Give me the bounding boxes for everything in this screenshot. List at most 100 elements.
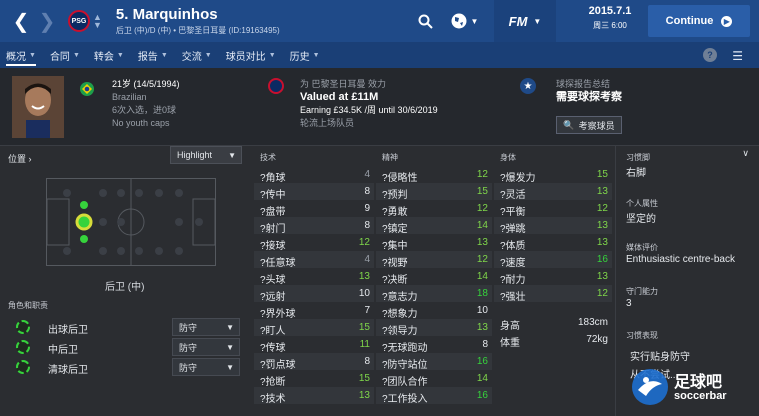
tab-transfer[interactable]: 转会 ▼ — [94, 42, 124, 68]
attribute-row[interactable]: ?侵略性 12 — [376, 166, 492, 184]
attribute-row[interactable]: ?想象力 10 — [376, 302, 492, 320]
duty-dropdown[interactable]: 防守 ▼ — [172, 318, 240, 336]
tab-reports[interactable]: 报告 ▼ — [138, 42, 168, 68]
attribute-value: 13 — [596, 237, 608, 248]
attribute-row[interactable]: ?决断 14 — [376, 268, 492, 286]
back-arrow-icon[interactable]: ❮ — [8, 0, 34, 42]
soccerbar-watermark: 足球吧 soccerbar — [628, 362, 756, 412]
attribute-row[interactable]: ?盘带 9 — [254, 200, 374, 218]
attribute-row[interactable]: ?技术 13 — [254, 387, 374, 405]
date-display[interactable]: 2015.7.1 周三 6:00 — [575, 5, 645, 37]
position-marker — [80, 201, 88, 209]
personality-value: 坚定的 — [626, 214, 656, 225]
attribute-name: ?强壮 — [500, 292, 526, 303]
role-row[interactable]: 出球后卫 防守 ▼ — [12, 318, 244, 336]
attribute-row[interactable]: ?工作投入 16 — [376, 387, 492, 405]
position-panel: 位置 › Highlight ▼ 后卫 (中) 角色和职责 出球后卫 防守 ▼ — [0, 146, 252, 416]
tab-history[interactable]: 历史 ▼ — [290, 42, 320, 68]
attribute-row[interactable]: ?远射 10 — [254, 285, 374, 303]
attribute-value: 12 — [476, 203, 488, 214]
attribute-row[interactable]: ?团队合作 14 — [376, 370, 492, 388]
position-marker — [80, 235, 88, 243]
duty-dropdown[interactable]: 防守 ▼ — [172, 358, 240, 376]
role-row[interactable]: 中后卫 防守 ▼ — [12, 338, 244, 356]
attribute-row[interactable]: ?强壮 12 — [494, 285, 612, 303]
attribute-row[interactable]: ?耐力 13 — [494, 268, 612, 286]
attribute-name: ?防守站位 — [382, 360, 428, 371]
attribute-name: ?角球 — [260, 173, 286, 184]
attribute-value: 13 — [476, 237, 488, 248]
club-badge-icon[interactable] — [268, 78, 284, 94]
fm-menu-button[interactable]: FM ▼ — [494, 0, 556, 42]
hamburger-menu-icon[interactable]: ☰ — [732, 49, 743, 63]
player-switch-icon[interactable]: ▲ ▼ — [93, 13, 102, 30]
attribute-row[interactable]: ?界外球 7 — [254, 302, 374, 320]
media-title: 媒体评价 — [626, 243, 658, 252]
chevron-down-icon: ▼ — [72, 51, 80, 59]
physical-attributes: 身体 ?爆发力 15 ?灵活 13 ?平衡 12 ?弹跳 13 ?体质 13 ?速度 16 ?耐力 13?… — [494, 146, 614, 416]
club-badge-icon[interactable]: PSG — [68, 10, 90, 32]
attribute-value: 18 — [476, 288, 488, 299]
chevron-down-icon: ▼ — [228, 150, 236, 160]
position-section-link[interactable]: 位置 › — [8, 152, 32, 165]
attribute-row[interactable]: ?爆发力 15 — [494, 166, 612, 184]
attribute-value: 13 — [358, 390, 370, 401]
attribute-row[interactable]: ?勇敢 12 — [376, 200, 492, 218]
attribute-value: 15 — [358, 322, 370, 333]
attribute-row[interactable]: ?弹跳 13 — [494, 217, 612, 235]
height-value: 183cm — [577, 317, 608, 328]
attribute-name: ?视野 — [382, 258, 408, 269]
attribute-row[interactable]: ?预判 15 — [376, 183, 492, 201]
attribute-row[interactable]: ?盯人 15 — [254, 319, 374, 337]
attribute-row[interactable]: ?镇定 14 — [376, 217, 492, 235]
attribute-row[interactable]: ?灵活 13 — [494, 183, 612, 201]
attribute-name: ?盘带 — [260, 207, 286, 218]
attribute-name: ?勇敢 — [382, 207, 408, 218]
chevron-down-icon: ▼ — [226, 342, 234, 352]
chevron-down-icon[interactable]: ∨ — [742, 148, 749, 159]
continue-button[interactable]: Continue ▶ — [648, 5, 750, 37]
highlight-dropdown[interactable]: Highlight ▼ — [170, 146, 242, 164]
international-caps: 6次入选，进0球 — [112, 105, 177, 115]
tab-compare[interactable]: 球员对比 ▼ — [226, 42, 276, 68]
attribute-row[interactable]: ?传球 11 — [254, 336, 374, 354]
attribute-row[interactable]: ?头球 13 — [254, 268, 374, 286]
tab-overview[interactable]: 概况 ▼ — [6, 42, 36, 68]
attribute-row[interactable]: ?体质 13 — [494, 234, 612, 252]
attribute-row[interactable]: ?角球 4 — [254, 166, 374, 184]
attribute-row[interactable]: ?平衡 12 — [494, 200, 612, 218]
attribute-row[interactable]: ?视野 12 — [376, 251, 492, 269]
technical-title: 技术 — [260, 153, 276, 162]
attribute-row[interactable]: ?抢断 15 — [254, 370, 374, 388]
attribute-name: ?决断 — [382, 275, 408, 286]
chevron-down-icon: ▼ — [204, 51, 212, 59]
attribute-row[interactable]: ?防守站位 16 — [376, 353, 492, 371]
attribute-row[interactable]: ?领导力 13 — [376, 319, 492, 337]
help-icon[interactable]: ? — [703, 48, 717, 62]
chevron-down-icon: ▼ — [312, 51, 320, 59]
attribute-value: 13 — [596, 220, 608, 231]
role-row[interactable]: 清球后卫 防守 ▼ — [12, 358, 244, 376]
attribute-row[interactable]: ?意志力 18 — [376, 285, 492, 303]
duty-dropdown[interactable]: 防守 ▼ — [172, 338, 240, 356]
search-icon[interactable] — [414, 0, 436, 42]
attribute-row[interactable]: ?速度 16 — [494, 251, 612, 269]
attribute-row[interactable]: ?射门 8 — [254, 217, 374, 235]
roles-title: 角色和职责 — [8, 301, 48, 310]
attribute-row[interactable]: ?罚点球 8 — [254, 353, 374, 371]
attribute-row[interactable]: ?任意球 4 — [254, 251, 374, 269]
scout-value: 需要球探考察 — [556, 91, 622, 103]
attribute-row[interactable]: ?无球跑动 8 — [376, 336, 492, 354]
tab-contract[interactable]: 合同 ▼ — [50, 42, 80, 68]
tab-interaction[interactable]: 交流 ▼ — [182, 42, 212, 68]
player-subtitle: 后卫 (中)/D (中) • 巴黎圣日耳曼 (ID:19163495) — [115, 26, 280, 35]
forward-arrow-icon[interactable]: ❯ — [34, 0, 60, 42]
attribute-name: ?工作投入 — [382, 394, 428, 405]
globe-icon[interactable]: ▼ — [446, 0, 482, 42]
traits-title: 习惯表现 — [626, 331, 658, 340]
attribute-row[interactable]: ?集中 13 — [376, 234, 492, 252]
scout-player-button[interactable]: 🔍 考察球员 — [556, 116, 622, 134]
continue-label: Continue — [665, 15, 714, 27]
attribute-row[interactable]: ?接球 12 — [254, 234, 374, 252]
attribute-row[interactable]: ?传中 8 — [254, 183, 374, 201]
